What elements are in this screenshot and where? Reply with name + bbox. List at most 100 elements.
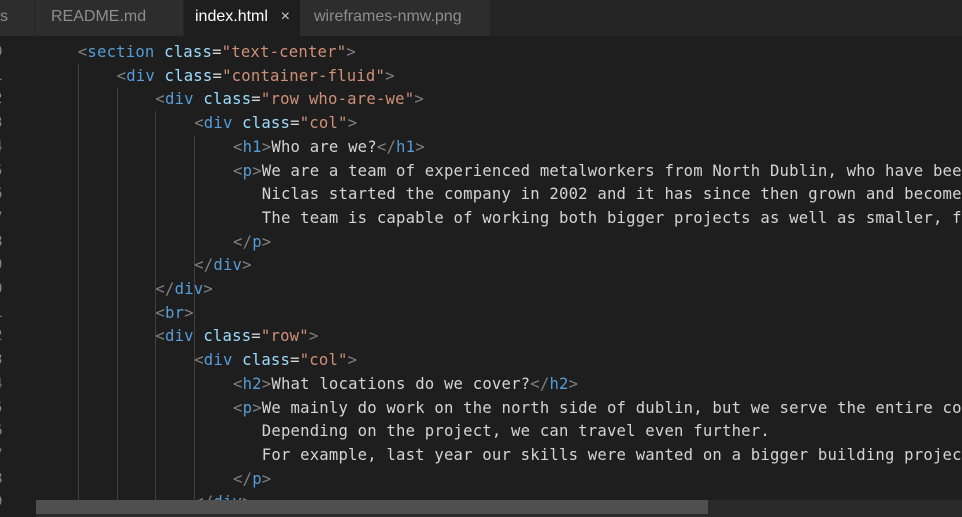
code-token: > [261,374,272,393]
code-token: Niclas started the company in 2002 and i… [233,185,962,204]
tab-label: s [0,8,8,25]
code-token: For example, last year our skills were w… [233,445,962,464]
code-token: = [251,327,261,346]
tab-label: index.html [195,8,268,25]
line-number: 8 [0,467,14,491]
code-token: Who are we? [271,137,377,156]
code-line: <div class="col"> [194,348,357,372]
code-token: class [164,43,213,61]
code-token: > [252,161,262,180]
code-line: <h2>What locations do we cover?</h2> [233,372,578,396]
line-number: 2 [0,324,14,348]
code-token: h2 [242,374,262,393]
code-token: < [155,303,165,322]
code-line: <div class="col"> [194,111,357,135]
code-token: = [212,43,222,61]
line-number: 3 [0,111,14,135]
code-token: < [233,398,243,417]
code-token: The team is capable of working both bigg… [233,208,962,227]
line-number: 6 [0,182,14,206]
code-token: > [261,137,272,156]
line-number: 4 [0,135,14,159]
code-token: < [194,114,204,133]
code-token: h1 [396,137,416,156]
code-token: class [203,90,252,109]
code-editor[interactable]: 01234567890123456789 <section class="tex… [0,36,962,517]
code-line: <div class="row"> [155,324,318,348]
code-line: <div class="container-fluid"> [117,64,395,88]
tab-readme[interactable]: README.md [35,0,183,36]
tab-label: README.md [51,8,147,25]
line-number: 4 [0,372,14,396]
code-line: </div> [155,277,213,301]
code-token: br [164,303,185,322]
code-token: "row" [260,327,309,346]
tab-label: wireframes-nmw.png [314,8,462,25]
code-token: "container-fluid" [222,66,386,85]
code-token: < [155,90,165,109]
code-line: For example, last year our skills were w… [233,443,962,467]
code-line: </div> [194,253,252,277]
code-token: div [174,280,204,298]
code-token: section [87,43,155,61]
code-token: > [261,469,272,488]
line-number: 8 [0,230,14,254]
code-token: > [203,280,213,298]
line-number: 6 [0,419,14,443]
code-token: p [242,398,253,417]
scrollbar-thumb[interactable] [36,500,708,514]
code-token: h1 [242,137,262,156]
code-token: div [213,256,243,275]
line-number: 3 [0,348,14,372]
line-number: 1 [0,301,14,325]
line-number: 1 [0,64,14,88]
code-token: > [261,232,272,251]
code-line: <section class="text-center"> [78,40,356,64]
code-line: <h1>Who are we?</h1> [233,135,425,159]
code-token: > [184,303,194,322]
line-number: 5 [0,159,14,183]
code-token: "row who-are-we" [260,90,415,109]
code-line: </p> [233,467,271,491]
code-token: We are a team of experienced metalworker… [261,161,962,180]
horizontal-scrollbar[interactable] [36,500,962,517]
code-area[interactable]: <section class="text-center"> <div class=… [36,36,962,517]
code-token: > [308,327,319,346]
code-token: = [251,90,261,109]
tab-index-html[interactable]: index.html × [184,0,300,36]
code-token: = [290,351,300,370]
code-token: p [252,232,262,251]
code-token: < [194,351,204,370]
tab-wireframes[interactable]: wireframes-nmw.png [300,0,490,36]
code-token: < [233,137,243,156]
line-number-gutter: 01234567890123456789 [0,36,36,517]
indent-guide [116,87,118,517]
code-line: <div class="row who-are-we"> [155,87,424,111]
code-token: class [242,114,291,133]
code-line: <br> [155,301,193,325]
code-token: div [126,66,155,85]
code-token: </ [233,232,253,251]
code-token: > [414,90,424,109]
code-token: Depending on the project, we can travel … [233,422,770,441]
code-token: class [164,66,213,85]
line-number: 9 [0,253,14,277]
code-token: > [568,374,579,393]
code-line: <p>We mainly do work on the north side o… [233,396,962,420]
code-line: Niclas started the company in 2002 and i… [233,182,962,206]
code-line: Depending on the project, we can travel … [233,419,770,443]
code-line: <p>We are a team of experienced metalwor… [233,159,962,183]
close-icon[interactable]: × [281,0,290,34]
code-token: </ [233,469,253,488]
code-token: class [203,327,252,346]
tab-overflow[interactable]: s [0,0,34,36]
code-token: > [252,398,262,417]
code-token: </ [376,137,397,156]
code-line: </p> [233,230,271,254]
